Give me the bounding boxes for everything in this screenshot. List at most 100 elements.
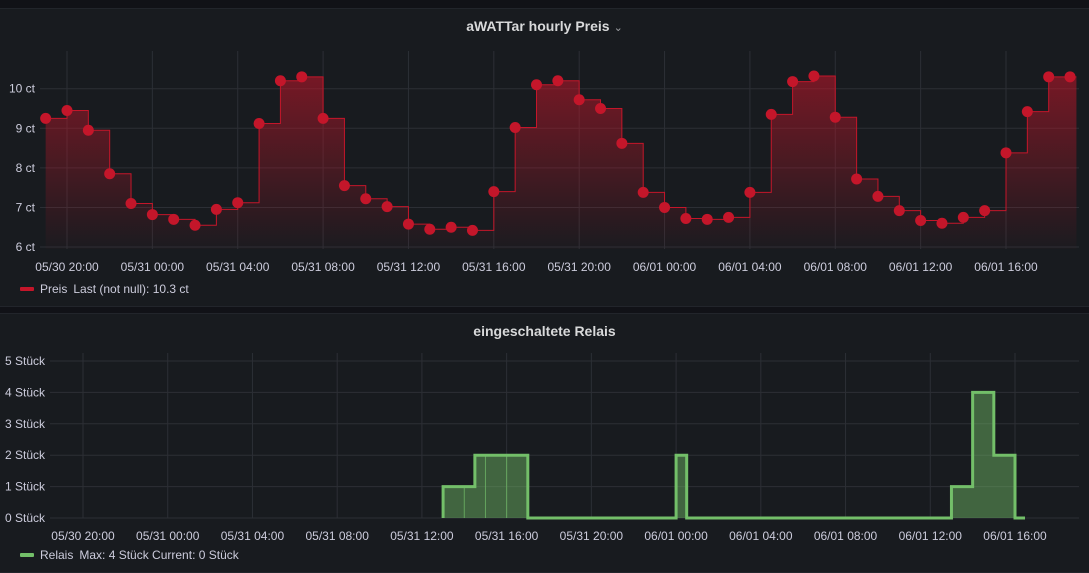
price-point bbox=[232, 197, 244, 209]
price-x-tick-label: 06/01 08:00 bbox=[804, 260, 868, 274]
price-point bbox=[125, 197, 137, 209]
price-y-tick-label: 9 ct bbox=[16, 121, 36, 135]
price-point bbox=[552, 75, 564, 87]
price-point bbox=[210, 203, 222, 215]
price-legend-stat: Last (not null): 10.3 ct bbox=[73, 282, 189, 296]
relays-legend-stat: Max: 4 Stück Current: 0 Stück bbox=[79, 548, 239, 562]
price-point bbox=[146, 209, 158, 221]
price-point bbox=[765, 108, 777, 120]
relays-x-tick-label: 05/31 04:00 bbox=[221, 529, 285, 543]
price-x-tick-label: 06/01 16:00 bbox=[974, 260, 1038, 274]
price-point bbox=[637, 186, 649, 198]
price-point bbox=[915, 215, 927, 226]
price-point bbox=[744, 186, 756, 198]
price-point bbox=[466, 224, 478, 236]
relays-y-axis: 0 Stück 1 Stück 2 Stück 3 Stück 4 Stück 5 Stü… bbox=[5, 354, 46, 525]
price-point bbox=[317, 112, 329, 124]
price-point bbox=[1043, 71, 1055, 83]
relays-x-axis: 05/30 20:00 05/31 00:00 05/31 04:00 05/31 0… bbox=[51, 529, 1047, 543]
price-x-tick-label: 05/31 16:00 bbox=[462, 260, 526, 274]
price-point bbox=[595, 102, 607, 114]
price-point bbox=[104, 168, 116, 180]
price-point bbox=[82, 124, 94, 136]
price-point bbox=[616, 137, 628, 149]
price-x-tick-label: 05/30 20:00 bbox=[35, 260, 99, 274]
price-x-tick-label: 05/31 08:00 bbox=[291, 260, 355, 274]
price-point bbox=[701, 213, 713, 225]
top-strip bbox=[0, 0, 1089, 8]
relays-x-tick-label: 06/01 12:00 bbox=[899, 529, 963, 543]
relays-x-tick-label: 05/31 08:00 bbox=[305, 529, 369, 543]
price-point bbox=[509, 121, 521, 133]
relays-y-tick-label: 3 Stück bbox=[5, 417, 46, 431]
price-y-tick-label: 7 ct bbox=[16, 200, 36, 214]
price-point bbox=[1000, 147, 1012, 159]
price-point bbox=[168, 213, 180, 225]
price-point bbox=[189, 219, 201, 231]
price-point bbox=[360, 193, 372, 205]
price-y-axis: 6 ct 7 ct 8 ct 9 ct 10 ct bbox=[9, 82, 36, 254]
relays-legend-swatch bbox=[20, 553, 34, 557]
price-point bbox=[723, 211, 735, 223]
price-legend-swatch bbox=[20, 287, 34, 291]
price-x-tick-label: 05/31 00:00 bbox=[121, 260, 185, 274]
price-point bbox=[61, 104, 73, 116]
price-point bbox=[402, 218, 414, 230]
price-x-tick-label: 06/01 12:00 bbox=[889, 260, 953, 274]
price-chart: 6 ct 7 ct 8 ct 9 ct 10 ct 05/30 20:00 05/31 00… bbox=[9, 51, 1079, 274]
relays-grid bbox=[50, 353, 1079, 519]
relays-chart: 0 Stück 1 Stück 2 Stück 3 Stück 4 Stück 5 Stü… bbox=[5, 353, 1079, 543]
price-point bbox=[893, 205, 905, 217]
relays-legend[interactable]: Relais Max: 4 Stück Current: 0 Stück bbox=[20, 548, 239, 562]
price-point bbox=[659, 201, 671, 213]
relays-y-tick-label: 5 Stück bbox=[5, 354, 46, 368]
price-point bbox=[979, 205, 991, 217]
relays-x-tick-label: 06/01 00:00 bbox=[644, 529, 708, 543]
price-y-tick-label: 6 ct bbox=[16, 240, 36, 254]
price-point bbox=[1021, 106, 1033, 118]
price-x-axis: 05/30 20:00 05/31 00:00 05/31 04:00 05/31 0… bbox=[35, 260, 1038, 274]
relays-legend-name: Relais bbox=[40, 548, 74, 562]
relays-x-tick-label: 05/30 20:00 bbox=[51, 529, 115, 543]
relays-x-tick-label: 05/31 00:00 bbox=[136, 529, 200, 543]
price-point bbox=[680, 213, 692, 225]
price-point bbox=[381, 201, 393, 213]
relays-x-tick-label: 05/31 20:00 bbox=[560, 529, 624, 543]
price-point bbox=[872, 190, 884, 202]
price-point bbox=[573, 94, 585, 106]
relays-x-tick-label: 05/31 12:00 bbox=[390, 529, 454, 543]
price-legend-name: Preis bbox=[40, 282, 68, 296]
relays-y-tick-label: 2 Stück bbox=[5, 448, 46, 462]
price-point bbox=[787, 76, 799, 88]
price-legend[interactable]: Preis Last (not null): 10.3 ct bbox=[20, 282, 189, 296]
price-point bbox=[488, 186, 500, 198]
price-point bbox=[424, 223, 436, 235]
price-x-tick-label: 06/01 00:00 bbox=[633, 260, 697, 274]
relays-panel: eingeschaltete Relais 0 Stück 1 Stück 2 St… bbox=[0, 313, 1089, 573]
relays-y-tick-label: 4 Stück bbox=[5, 385, 46, 399]
price-point bbox=[808, 70, 820, 82]
price-x-tick-label: 06/01 04:00 bbox=[718, 260, 782, 274]
price-point bbox=[445, 221, 457, 233]
price-point bbox=[253, 118, 265, 130]
price-y-tick-label: 8 ct bbox=[16, 161, 36, 175]
relays-y-tick-label: 0 Stück bbox=[5, 511, 46, 525]
price-x-tick-label: 05/31 20:00 bbox=[547, 260, 611, 274]
price-panel: aWATTar hourly Preis ⌄ 6 ct 7 ct 8 ct 9 ct 10… bbox=[0, 8, 1089, 307]
relays-x-tick-label: 06/01 16:00 bbox=[983, 529, 1047, 543]
price-x-tick-label: 05/31 12:00 bbox=[377, 260, 441, 274]
price-point bbox=[296, 71, 308, 83]
price-point bbox=[531, 79, 542, 91]
relays-x-tick-label: 06/01 04:00 bbox=[729, 529, 793, 543]
price-point bbox=[1064, 71, 1076, 83]
price-point bbox=[338, 180, 350, 192]
price-point bbox=[936, 217, 948, 229]
relays-x-tick-label: 06/01 08:00 bbox=[814, 529, 878, 543]
price-point bbox=[851, 173, 863, 185]
price-point bbox=[829, 111, 841, 123]
price-x-tick-label: 05/31 04:00 bbox=[206, 260, 270, 274]
price-point bbox=[957, 211, 969, 223]
price-y-tick-label: 10 ct bbox=[9, 82, 36, 96]
price-point bbox=[274, 75, 286, 87]
relays-y-tick-label: 1 Stück bbox=[5, 480, 46, 494]
